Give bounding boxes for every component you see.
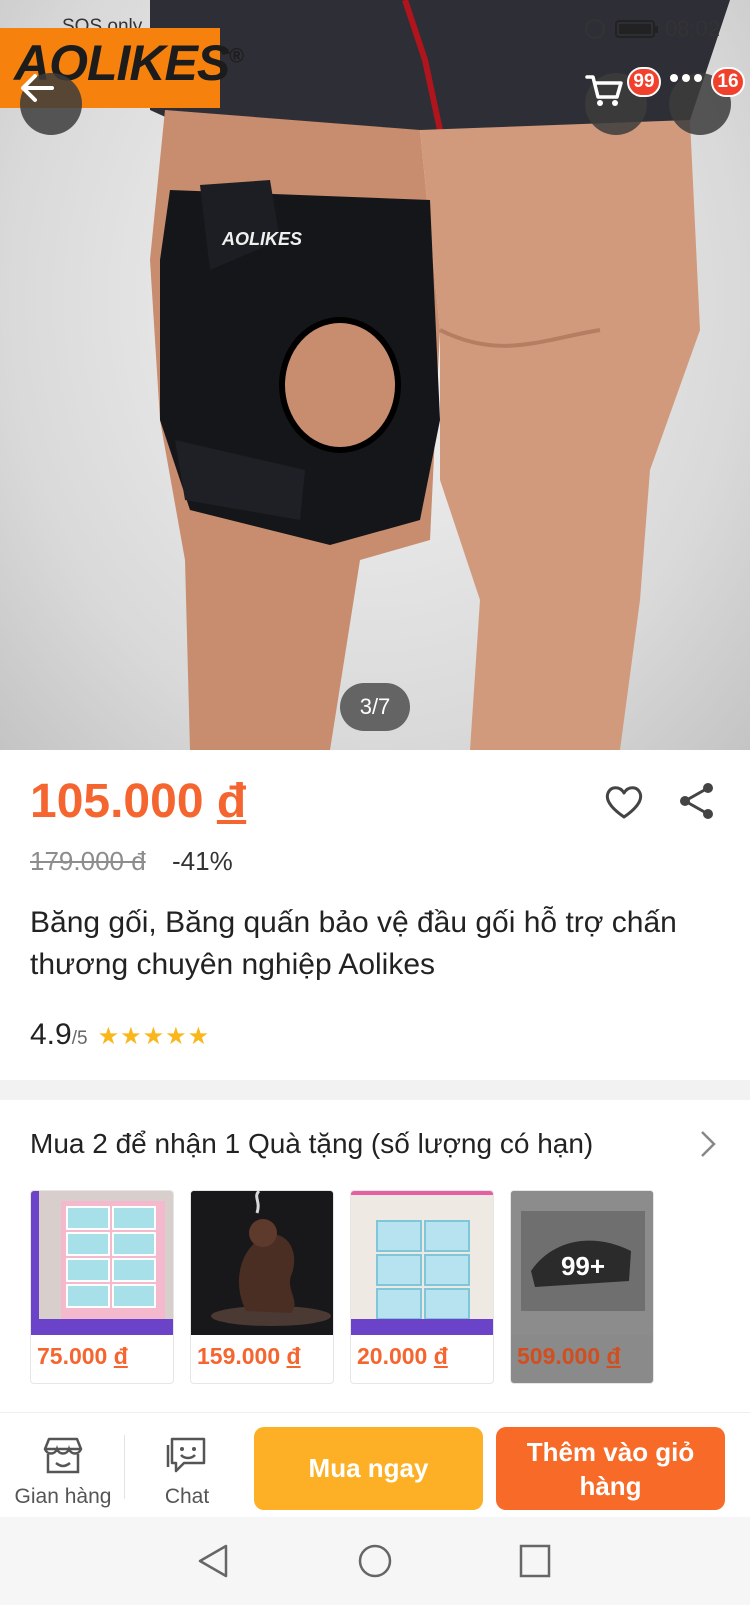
product-image-gallery[interactable]: AOLIKES SOS only 08:02 AOLIKES® 99 16 3/… xyxy=(0,0,750,750)
image-counter: 3/7 xyxy=(340,683,410,731)
gift-promotion-card[interactable]: Mua 2 để nhận 1 Quà tặng (số lượng có hạ… xyxy=(0,1100,750,1412)
bottom-action-bar: Gian hàng Chat Mua ngay Thêm vào giỏ hàn… xyxy=(0,1412,750,1517)
svg-text:AOLIKES: AOLIKES xyxy=(221,229,302,249)
arrow-left-icon xyxy=(21,74,54,102)
chat-icon xyxy=(166,1437,206,1473)
battery-icon xyxy=(614,20,658,38)
nav-recents-icon[interactable] xyxy=(518,1543,552,1579)
gift-price: 20.000 đ xyxy=(357,1343,448,1369)
chat-tab[interactable]: Chat xyxy=(132,1435,242,1509)
heart-icon[interactable] xyxy=(604,784,644,820)
nav-home-icon[interactable] xyxy=(357,1543,393,1579)
gift-item[interactable]: 159.000 đ xyxy=(190,1190,334,1384)
cart-button[interactable]: 99 xyxy=(585,67,661,135)
system-navigation-bar xyxy=(0,1517,750,1605)
shop-tab[interactable]: Gian hàng xyxy=(8,1435,118,1509)
product-info-card: 105.000 đ 179.000 đ -41% Băng gối, Băng … xyxy=(0,750,750,1080)
clock-text: 08:02 xyxy=(664,16,720,41)
rating-stars-icon: ★★★★★ xyxy=(97,1023,211,1050)
more-dots-icon xyxy=(670,74,702,82)
product-title: Băng gối, Băng quấn bảo vệ đầu gối hỗ tr… xyxy=(30,906,677,981)
cart-icon xyxy=(585,75,623,106)
product-rating[interactable]: 4.9 /5 ★★★★★ xyxy=(30,1018,210,1052)
chevron-right-icon[interactable] xyxy=(700,1130,716,1158)
gift-item-more[interactable]: 99+ 509.000 đ xyxy=(510,1190,654,1384)
notification-badge: 16 xyxy=(711,67,745,97)
share-icon[interactable] xyxy=(678,782,716,820)
original-price: 179.000 đ xyxy=(30,846,146,876)
divider xyxy=(124,1435,125,1499)
buy-now-button[interactable]: Mua ngay xyxy=(254,1427,483,1510)
rating-scale: /5 xyxy=(71,1028,88,1049)
discount-percent: -41% xyxy=(172,846,233,876)
gift-list: 75.000 đ 159.000 đ 20.000 đ 99+ 509.000 … xyxy=(30,1190,654,1384)
chat-tab-label: Chat xyxy=(164,1485,210,1508)
rating-score: 4.9 xyxy=(30,1018,72,1051)
more-options-button[interactable]: 16 xyxy=(669,67,745,135)
back-button[interactable] xyxy=(20,73,82,135)
gift-thumbnail xyxy=(351,1191,493,1335)
alarm-icon xyxy=(584,19,605,39)
gift-price: 509.000 đ xyxy=(517,1343,621,1369)
gift-thumbnail xyxy=(31,1191,173,1335)
gift-price: 159.000 đ xyxy=(197,1343,301,1369)
promo-title: Mua 2 để nhận 1 Quà tặng (số lượng có hạ… xyxy=(30,1128,594,1159)
gift-item[interactable]: 75.000 đ xyxy=(30,1190,174,1384)
gift-thumbnail: 99+ xyxy=(511,1191,653,1335)
gift-item[interactable]: 20.000 đ xyxy=(350,1190,494,1384)
more-gifts-count: 99+ xyxy=(560,1251,606,1281)
shop-tab-label: Gian hàng xyxy=(14,1485,112,1508)
cart-count-badge: 99 xyxy=(627,67,661,97)
nav-back-icon[interactable] xyxy=(196,1543,230,1579)
add-to-cart-button[interactable]: Thêm vào giỏ hàng xyxy=(496,1427,725,1510)
product-price: 105.000 đ xyxy=(30,775,247,828)
gift-price: 75.000 đ xyxy=(37,1343,128,1369)
store-icon xyxy=(43,1437,83,1474)
gift-thumbnail xyxy=(191,1191,333,1335)
